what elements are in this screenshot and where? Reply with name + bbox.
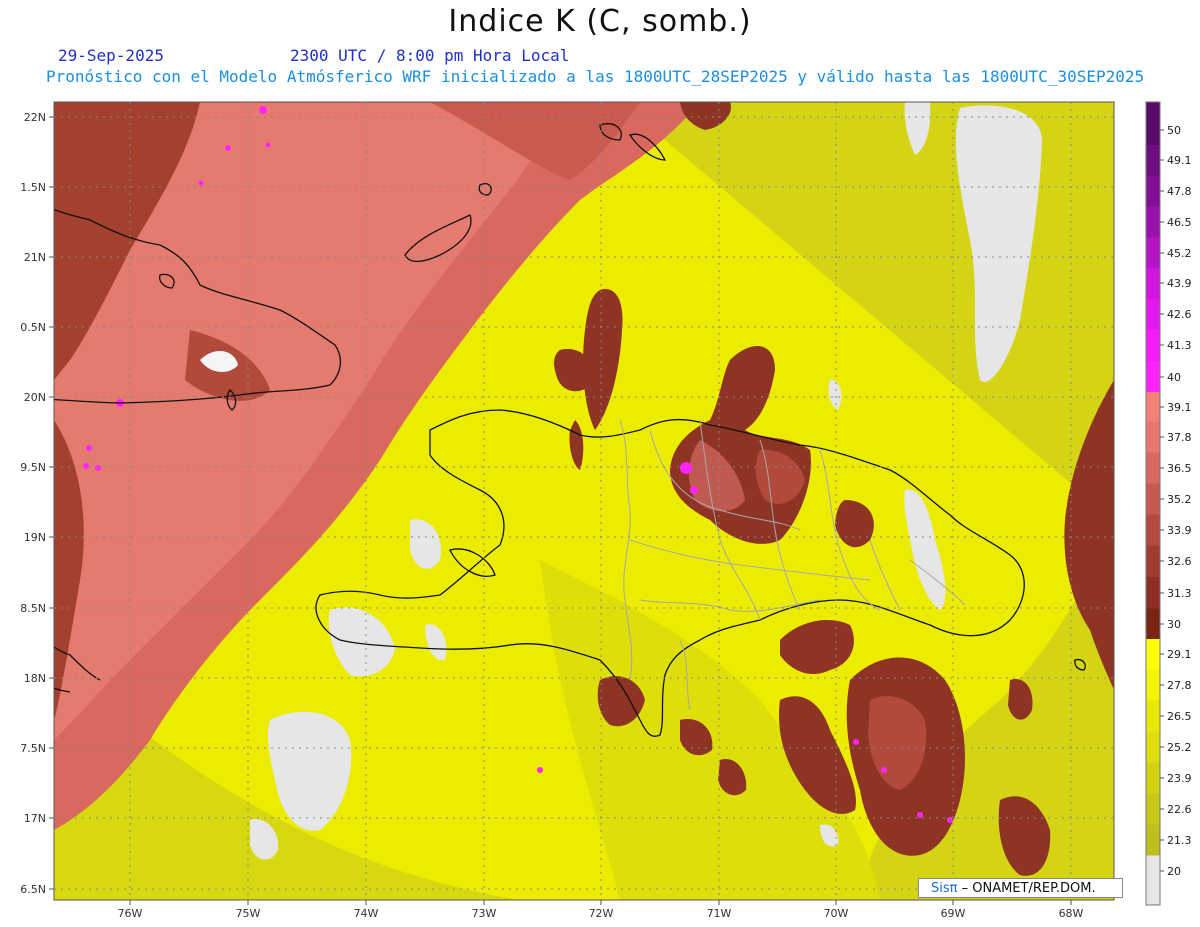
k-index-map: 22N 1.5N 21N 0.5N 20N 9.5N 19N 8.5N 18N 7.5N 17N 6.… xyxy=(20,101,1192,920)
hotspot xyxy=(680,462,692,474)
hotspot xyxy=(853,739,859,745)
colorbar-swatch xyxy=(1146,731,1160,763)
colorbar-swatch xyxy=(1146,361,1160,392)
hotspot xyxy=(690,486,698,494)
lon-label: 76W xyxy=(118,907,143,920)
colorbar-swatch xyxy=(1146,206,1160,238)
hotspot xyxy=(95,465,101,471)
colorbar-label: 25.2 xyxy=(1167,741,1192,754)
colorbar-label: 37.8 xyxy=(1167,431,1192,444)
lon-label: 75W xyxy=(236,907,261,920)
colorbar-label: 42.6 xyxy=(1167,308,1192,321)
colorbar-swatch xyxy=(1146,514,1160,546)
credit-brand: Sisπ xyxy=(931,881,958,896)
colorbar-label: 29.1 xyxy=(1167,648,1192,661)
colorbar-swatch xyxy=(1146,268,1160,299)
colorbar-label: 31.3 xyxy=(1167,587,1192,600)
colorbar-swatch xyxy=(1146,793,1160,825)
lat-label: 21N xyxy=(24,251,46,264)
colorbar-label: 33.9 xyxy=(1167,524,1192,537)
colorbar-swatch xyxy=(1146,545,1160,577)
colorbar-swatch xyxy=(1146,452,1160,484)
lat-label: 1.5N xyxy=(20,181,46,194)
lat-label: 18N xyxy=(24,672,46,685)
colorbar-label: 20 xyxy=(1167,865,1181,878)
hotspot xyxy=(259,106,267,114)
credit-box: Sisπ – ONAMET/REP.DOM. xyxy=(918,878,1123,898)
lon-label: 72W xyxy=(589,907,614,920)
lat-label: 0.5N xyxy=(20,321,46,334)
lon-label: 73W xyxy=(472,907,497,920)
hotspot xyxy=(537,767,543,773)
colorbar-swatch xyxy=(1146,700,1160,732)
colorbar-label: 40 xyxy=(1167,371,1181,384)
hotspot xyxy=(881,767,887,773)
lon-label: 70W xyxy=(824,907,849,920)
colorbar-label: 49.1 xyxy=(1167,154,1192,167)
colorbar-swatch xyxy=(1146,577,1160,609)
lat-label: 20N xyxy=(24,391,46,404)
colorbar-label: 35.2 xyxy=(1167,493,1192,506)
lat-label: 8.5N xyxy=(20,602,46,615)
lat-label: 19N xyxy=(24,531,46,544)
lon-label: 74W xyxy=(354,907,379,920)
colorbar-label: 32.6 xyxy=(1167,555,1192,568)
colorbar-label: 22.6 xyxy=(1167,803,1192,816)
colorbar-label: 27.8 xyxy=(1167,679,1192,692)
colorbar-label: 21.3 xyxy=(1167,834,1192,847)
longitude-labels: 76W 75W 74W 73W 72W 71W 70W 69W 68W xyxy=(118,900,1084,920)
colorbar-swatch xyxy=(1146,237,1160,268)
colorbar-swatch xyxy=(1146,855,1160,905)
colorbar-label: 46.5 xyxy=(1167,216,1192,229)
lon-label: 68W xyxy=(1059,907,1084,920)
colorbar-label: 43.9 xyxy=(1167,277,1192,290)
lat-label: 9.5N xyxy=(20,461,46,474)
colorbar-swatch xyxy=(1146,483,1160,515)
lon-label: 69W xyxy=(941,907,966,920)
colorbar-swatch xyxy=(1146,608,1160,639)
colorbar-swatch xyxy=(1146,824,1160,856)
lat-label: 22N xyxy=(24,111,46,124)
map-field xyxy=(54,102,1114,900)
colorbar-label: 39.1 xyxy=(1167,401,1192,414)
credit-text: – ONAMET/REP.DOM. xyxy=(961,881,1096,896)
hotspot xyxy=(83,463,89,469)
colorbar-label: 26.5 xyxy=(1167,710,1192,723)
colorbar-label: 30 xyxy=(1167,618,1181,631)
colorbar-swatch xyxy=(1146,329,1160,361)
colorbar-swatch xyxy=(1146,392,1160,422)
colorbar-swatch xyxy=(1146,639,1160,670)
colorbar-swatch xyxy=(1146,669,1160,701)
colorbar: 50 49.1 47.8 46.5 45.2 43.9 42.6 41.3 40 39.1 37.8… xyxy=(1145,101,1192,906)
colorbar-label: 41.3 xyxy=(1167,339,1192,352)
hotspot xyxy=(198,180,204,186)
colorbar-swatch xyxy=(1146,145,1160,176)
latitude-labels: 22N 1.5N 21N 0.5N 20N 9.5N 19N 8.5N 18N 7.5N 17N 6.… xyxy=(20,111,54,896)
colorbar-swatch xyxy=(1146,762,1160,794)
hotspot xyxy=(225,145,231,151)
colorbar-label: 47.8 xyxy=(1167,185,1192,198)
lon-label: 71W xyxy=(707,907,732,920)
hotspot xyxy=(86,445,92,451)
hotspot xyxy=(265,142,271,148)
colorbar-label: 50 xyxy=(1167,124,1181,137)
colorbar-swatch xyxy=(1146,102,1160,145)
hotspot xyxy=(917,812,923,818)
lat-label: 6.5N xyxy=(20,883,46,896)
colorbar-label: 23.9 xyxy=(1167,772,1192,785)
colorbar-swatch xyxy=(1146,298,1160,330)
colorbar-swatch xyxy=(1146,422,1160,453)
colorbar-label: 45.2 xyxy=(1167,247,1192,260)
colorbar-swatch xyxy=(1146,175,1160,207)
colorbar-label: 36.5 xyxy=(1167,462,1192,475)
lat-label: 7.5N xyxy=(20,742,46,755)
lat-label: 17N xyxy=(24,812,46,825)
